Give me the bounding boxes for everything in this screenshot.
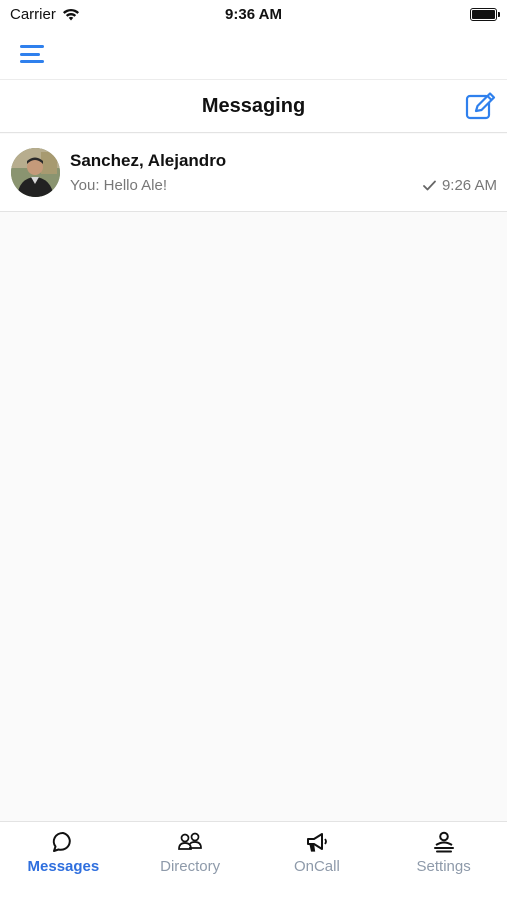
tab-label: Messages (27, 858, 100, 875)
menu-icon-line (20, 45, 44, 48)
menu-button[interactable] (20, 43, 46, 65)
user-settings-icon (433, 831, 454, 853)
status-left: Carrier (10, 6, 80, 23)
tab-label: Directory (160, 858, 221, 875)
battery-icon (470, 7, 500, 21)
people-icon (178, 832, 202, 850)
contact-name: Sanchez, Alejandro (70, 151, 227, 170)
wifi-icon (62, 8, 79, 21)
chat-bubble-icon (53, 831, 72, 852)
compose-button[interactable] (465, 91, 497, 121)
message-preview: You: Hello Ale! (70, 177, 168, 194)
conversation-row[interactable]: Sanchez, Alejandro You: Hello Ale! 9:26 … (0, 134, 507, 212)
tab-label: Settings (416, 858, 471, 875)
megaphone-icon (306, 833, 327, 852)
page-title: Messaging (201, 95, 306, 117)
message-meta: 9:26 AM (423, 177, 497, 194)
title-bar: Messaging (0, 80, 507, 133)
status-bar: Carrier 9:36 AM (0, 0, 507, 28)
tab-bar: Messages Directory OnCall Settings (0, 821, 507, 900)
message-time: 9:26 AM (441, 177, 497, 194)
tab-settings[interactable]: Settings (380, 822, 507, 900)
avatar (11, 148, 60, 197)
tab-oncall[interactable]: OnCall (254, 822, 381, 900)
tab-messages[interactable]: Messages (0, 822, 127, 900)
tab-label: OnCall (293, 858, 340, 875)
carrier-label: Carrier (10, 5, 56, 23)
top-bar (0, 28, 507, 80)
checkmark-icon (423, 180, 436, 191)
menu-icon-line (20, 60, 44, 63)
compose-icon (465, 92, 496, 120)
menu-icon-line (20, 52, 40, 56)
tab-directory[interactable]: Directory (127, 822, 254, 900)
